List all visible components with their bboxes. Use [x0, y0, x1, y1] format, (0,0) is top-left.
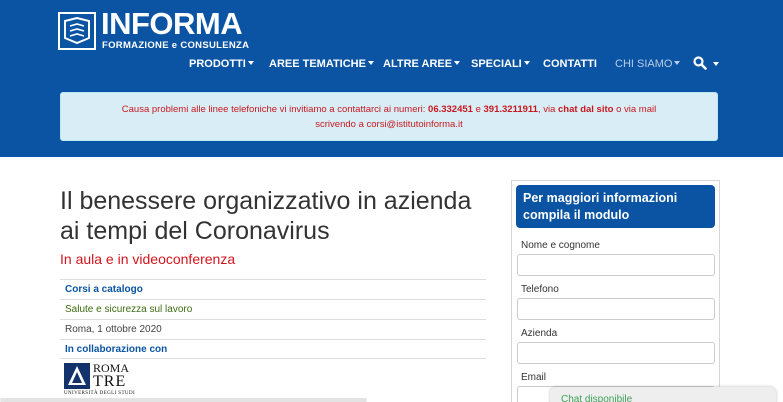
nav-label: CHI SIAMO: [615, 58, 673, 70]
name-field-label: Nome e cognome: [521, 240, 600, 251]
partner-logo-line3: UNIVERSITÀ DEGLI STUDI: [64, 391, 136, 396]
course-subtitle: In aula e in videoconferenza: [60, 251, 236, 267]
nav-item-contatti[interactable]: CONTATTI: [543, 56, 597, 72]
nav-label: PRODOTTI: [189, 58, 246, 70]
phone-field-label: Telefono: [521, 284, 559, 295]
roma-tre-logo[interactable]: ROMA TRE UNIVERSITÀ DEGLI STUDI: [64, 362, 138, 402]
company-field-label: Azienda: [521, 328, 558, 339]
alert-text: scrivendo a: [315, 119, 367, 130]
caret-down-icon: [674, 61, 681, 66]
partner-label: In collaborazione con: [60, 339, 486, 359]
info-request-form: Per maggiori informazioni compila il mod…: [511, 180, 720, 402]
partner-logo-line2: TRE: [93, 373, 127, 390]
alert-line-1: Causa problemi alle linee telefoniche vi…: [61, 102, 717, 117]
form-heading: Per maggiori informazioni compila il mod…: [516, 185, 715, 228]
nav-label: ALTRE AREE: [383, 58, 453, 70]
informa-logo[interactable]: INFORMA FORMAZIONE e CONSULENZA: [58, 7, 263, 53]
caret-down-icon: [713, 62, 719, 66]
nav-search-toggle[interactable]: [693, 56, 723, 72]
nav-item-altre-aree[interactable]: ALTRE AREE: [383, 56, 461, 72]
nav-label: SPECIALI: [471, 58, 522, 70]
email-link[interactable]: corsi@istitutoinforma.it: [367, 119, 463, 130]
course-category-link[interactable]: Corsi a catalogo: [60, 279, 486, 299]
phone-field[interactable]: [517, 298, 715, 320]
nav-label: CONTATTI: [543, 58, 597, 70]
course-area: Salute e sicurezza sul lavoro: [60, 299, 486, 319]
name-field[interactable]: [517, 254, 715, 276]
phone-number-2[interactable]: 391.3211911: [484, 104, 538, 115]
course-title: Il benessere organizzativo in azienda ai…: [60, 187, 472, 245]
search-icon: [693, 56, 707, 70]
nav-item-aree-tematiche[interactable]: AREE TEMATICHE: [269, 56, 374, 72]
chat-link[interactable]: chat dal sito: [558, 104, 613, 115]
caret-down-icon: [454, 61, 461, 66]
caret-down-icon: [523, 61, 530, 66]
email-field-label: Email: [521, 372, 547, 383]
company-field[interactable]: [517, 342, 715, 364]
roma-tre-emblem-icon: [64, 363, 90, 389]
nav-item-prodotti[interactable]: PRODOTTI: [189, 56, 254, 72]
logo-mark-icon: [58, 12, 96, 50]
alert-text: o via mail: [613, 104, 657, 115]
nav-label: AREE TEMATICHE: [269, 58, 366, 70]
brand-tagline: FORMAZIONE e CONSULENZA: [102, 40, 250, 51]
site-header: INFORMA FORMAZIONE e CONSULENZA PRODOTTI…: [0, 0, 783, 157]
caret-down-icon: [367, 61, 374, 66]
alert-text: e: [472, 104, 484, 115]
course-date: Roma, 1 ottobre 2020: [60, 319, 486, 339]
caret-down-icon: [247, 61, 254, 66]
nav-item-speciali[interactable]: SPECIALI: [471, 56, 530, 72]
phone-number-1[interactable]: 06.332451: [428, 104, 473, 115]
chat-widget[interactable]: Chat disponibile: [550, 387, 776, 402]
horizontal-scrollbar[interactable]: [0, 398, 367, 402]
alert-text: Causa problemi alle linee telefoniche vi…: [121, 104, 429, 115]
nav-item-chi-siamo[interactable]: CHI SIAMO: [615, 56, 681, 72]
alert-text: , via: [537, 104, 559, 115]
chat-status-label: Chat disponibile: [561, 394, 633, 402]
alert-line-2: scrivendo a corsi@istitutoinforma.it: [61, 117, 717, 132]
phone-notice-alert: Causa problemi alle linee telefoniche vi…: [60, 92, 718, 141]
brand-name: INFORMA: [101, 6, 243, 41]
